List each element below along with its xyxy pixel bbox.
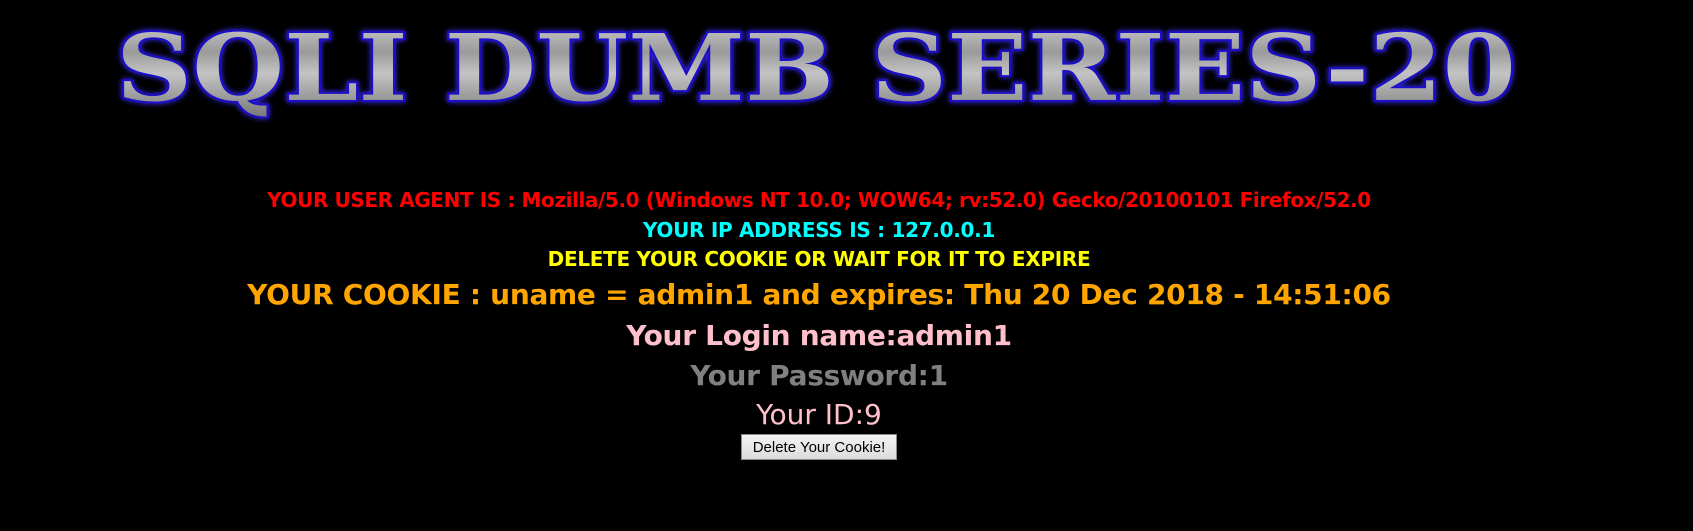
page: SQLI DUMB SERIES-20 YOUR USER AGENT IS :… <box>0 0 1693 531</box>
login-name-text: Your Login name:admin1 <box>626 319 1012 352</box>
title-text: SQLI DUMB SERIES-20 <box>116 18 1516 122</box>
user-id-text: Your ID:9 <box>756 398 882 431</box>
cookie-info: YOUR USER AGENT IS : Mozilla/5.0 (Window… <box>0 184 1638 460</box>
delete-cookie-form: Delete Your Cookie! <box>0 434 1638 460</box>
delete-notice-text: DELETE YOUR COOKIE OR WAIT FOR IT TO EXP… <box>547 247 1091 271</box>
delete-cookie-button[interactable]: Delete Your Cookie! <box>740 434 898 460</box>
cookie-text: YOUR COOKIE : uname = admin1 and expires… <box>247 278 1391 311</box>
user-agent-text: YOUR USER AGENT IS : Mozilla/5.0 (Window… <box>267 188 1371 212</box>
password-text: Your Password:1 <box>690 359 948 392</box>
title-banner-graphic: SQLI DUMB SERIES-20 <box>114 18 1518 124</box>
ip-address-text: YOUR IP ADDRESS IS : 127.0.0.1 <box>642 218 996 242</box>
title-banner: SQLI DUMB SERIES-20 <box>110 18 1530 128</box>
